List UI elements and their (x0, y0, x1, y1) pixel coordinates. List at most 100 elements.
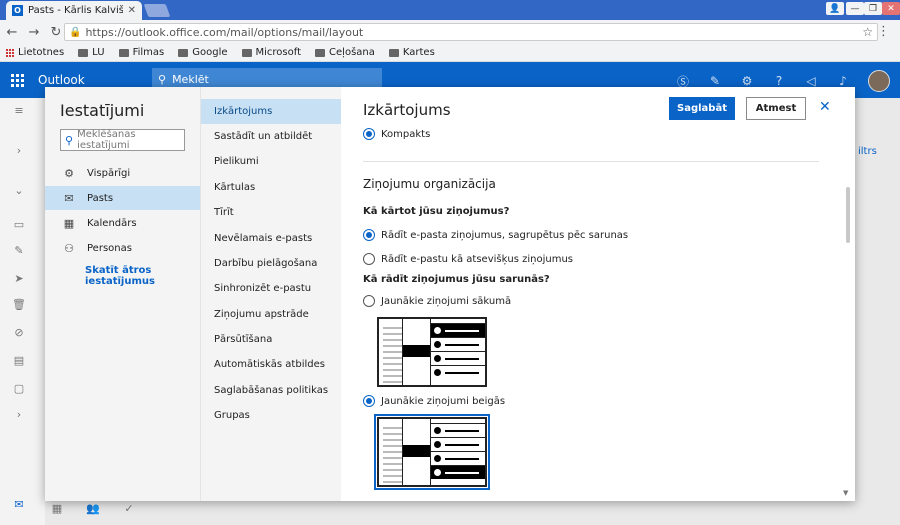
mail-icon: ✉ (14, 498, 24, 511)
bookmark-apps[interactable]: Lietotnes (6, 47, 64, 58)
layout-settings-pane: Izkārtojums Saglabāt Atmest ✕ Kompakts Z… (341, 87, 855, 501)
settings-scroll-area[interactable]: Kompakts Ziņojumu organizācija Kā kārtot… (341, 127, 855, 501)
bookmark-folder[interactable]: Filmas (118, 47, 164, 58)
help-icon[interactable]: ? (772, 74, 786, 88)
scrollbar-thumb[interactable] (846, 187, 850, 243)
hamburger-icon: ≡ (14, 104, 24, 117)
archive-icon: ▤ (13, 354, 25, 367)
radio-individual-messages[interactable]: Rādīt e-pastu kā atsevišķus ziņojumus (363, 253, 573, 265)
settings-dialog: Iestatījumi ⚲ Meklēšanas iestatījumi ⚙ V… (45, 87, 855, 501)
settings-gear-icon[interactable]: ⚙ (740, 74, 754, 88)
app-launcher-icon[interactable] (11, 74, 24, 87)
subcategory-attachments[interactable]: Pielikumi (201, 149, 342, 174)
forward-icon[interactable]: → (28, 25, 40, 40)
folder-icon (118, 48, 129, 57)
restore-button[interactable]: ❐ (864, 2, 882, 15)
radio-indicator (363, 395, 375, 407)
subcategory-retention[interactable]: Saglabāšanas politikas (201, 378, 342, 403)
discard-button[interactable]: Atmest (746, 97, 806, 120)
bookmark-folder[interactable]: Ceļošana (315, 47, 375, 58)
folder-icon (388, 48, 399, 57)
mail-search-placeholder: Meklēt (172, 72, 209, 86)
subcategory-rules[interactable]: Kārtulas (201, 175, 342, 200)
preview-message-row (431, 465, 485, 479)
folder-icon (178, 48, 189, 57)
radio-compact[interactable]: Kompakts (363, 128, 430, 140)
tasks-icon: ✓ (124, 502, 134, 515)
category-mail[interactable]: ✉ Pasts (45, 186, 200, 210)
back-icon[interactable]: ← (6, 25, 18, 40)
scroll-down-icon[interactable]: ▼ (843, 489, 848, 497)
radio-indicator (363, 253, 375, 265)
quick-settings-link[interactable]: Skatīt ātros iestatījumus (85, 265, 185, 287)
radio-indicator (363, 128, 375, 140)
bookmarks-bar: Lietotnes LU Filmas Google Microsoft Ceļ… (0, 44, 900, 62)
category-calendar[interactable]: ▦ Kalendārs (45, 211, 200, 235)
preview-message-row (431, 437, 485, 451)
reload-icon[interactable]: ↻ (50, 25, 62, 40)
subcategory-compose[interactable]: Sastādīt un atbildēt (201, 124, 342, 149)
trash-icon: 🗑 (12, 298, 26, 311)
new-tab-button[interactable] (143, 4, 171, 17)
settings-title: Iestatījumi (60, 101, 145, 120)
subcategory-junk[interactable]: Nevēlamais e-pasts (201, 226, 342, 251)
close-window-button[interactable]: ✕ (882, 2, 900, 15)
outlook-brand: Outlook (38, 73, 85, 87)
bookmark-folder[interactable]: Kartes (388, 47, 435, 58)
settings-categories-pane: Iestatījumi ⚲ Meklēšanas iestatījumi ⚙ V… (45, 87, 200, 501)
subcategory-layout[interactable]: Izkārtojums (201, 99, 342, 124)
question-order: Kā rādīt ziņojumus jūsu sarunās? (363, 274, 550, 285)
radio-indicator (363, 295, 375, 307)
browser-menu-icon[interactable]: ⋮ (877, 24, 890, 39)
preview-message-row (431, 337, 485, 351)
bookmark-folder[interactable]: Google (178, 47, 228, 58)
search-icon: ⚲ (158, 72, 167, 86)
minimize-button[interactable]: — (846, 2, 864, 15)
browser-tab-bar: O Pasts - Kārlis Kalviški ✕ 👤 — ❐ ✕ (0, 0, 900, 20)
tab-close-icon[interactable]: ✕ (128, 5, 136, 16)
subcategory-customize-actions[interactable]: Darbību pielāgošana (201, 251, 342, 276)
settings-search-input[interactable]: ⚲ Meklēšanas iestatījumi (60, 129, 185, 151)
close-icon[interactable]: ✕ (819, 99, 831, 115)
people-icon: ⚇ (64, 241, 74, 255)
feedback-icon[interactable]: ✎ (708, 74, 722, 88)
preview-selected-message (403, 445, 430, 457)
save-button[interactable]: Saglabāt (669, 97, 735, 120)
category-general[interactable]: ⚙ Vispārīgi (45, 161, 200, 185)
calendar-icon: ▦ (63, 216, 75, 230)
chevron-down-icon: ⌄ (14, 184, 24, 197)
preview-selected-message (403, 345, 430, 357)
bookmark-folder[interactable]: LU (78, 47, 105, 58)
settings-subcategories-pane: Izkārtojums Sastādīt un atbildēt Pieliku… (200, 87, 342, 501)
tab-title: Pasts - Kārlis Kalviški (28, 5, 123, 16)
block-icon: ⊘ (14, 326, 24, 339)
subcategory-auto-replies[interactable]: Automātiskās atbildes (201, 352, 342, 377)
radio-group-by-conversation[interactable]: Rādīt e-pasta ziņojumus, sagrupētus pēc … (363, 229, 628, 241)
filter-label: iltrs (858, 146, 877, 157)
browser-tab[interactable]: O Pasts - Kārlis Kalviški ✕ (6, 1, 142, 20)
subcategory-forwarding[interactable]: Pārsūtīšana (201, 327, 342, 352)
preview-message-row (431, 365, 485, 379)
notification-bell-icon[interactable]: ♪ (836, 74, 850, 88)
note-icon: ▢ (13, 382, 25, 395)
radio-newest-on-bottom[interactable]: Jaunākie ziņojumi beigās (363, 395, 505, 407)
bookmark-star-icon[interactable]: ☆ (862, 25, 873, 39)
url-input[interactable]: 🔒 https://outlook.office.com/mail/option… (64, 23, 878, 41)
subcategory-message-handling[interactable]: Ziņojumu apstrāde (201, 302, 342, 327)
preview-newest-on-top[interactable] (377, 317, 487, 387)
radio-newest-on-top[interactable]: Jaunākie ziņojumi sākumā (363, 295, 511, 307)
category-people[interactable]: ⚇ Personas (45, 236, 200, 260)
subcategory-groups[interactable]: Grupas (201, 403, 342, 428)
avatar[interactable] (868, 70, 890, 92)
announcement-icon[interactable]: ◁ (804, 74, 818, 88)
question-sort: Kā kārtot jūsu ziņojumus? (363, 206, 510, 217)
settings-search-placeholder: Meklēšanas iestatījumi (77, 129, 136, 151)
preview-message-row (431, 451, 485, 465)
profile-icon[interactable]: 👤 (826, 2, 844, 15)
preview-newest-on-bottom[interactable] (374, 414, 490, 490)
bookmark-folder[interactable]: Microsoft (241, 47, 301, 58)
preview-message-row (431, 323, 485, 337)
subcategory-sweep[interactable]: Tīrīt (201, 200, 342, 225)
subcategory-sync[interactable]: Sinhronizēt e-pastu (201, 276, 342, 301)
send-icon: ➤ (14, 272, 24, 285)
